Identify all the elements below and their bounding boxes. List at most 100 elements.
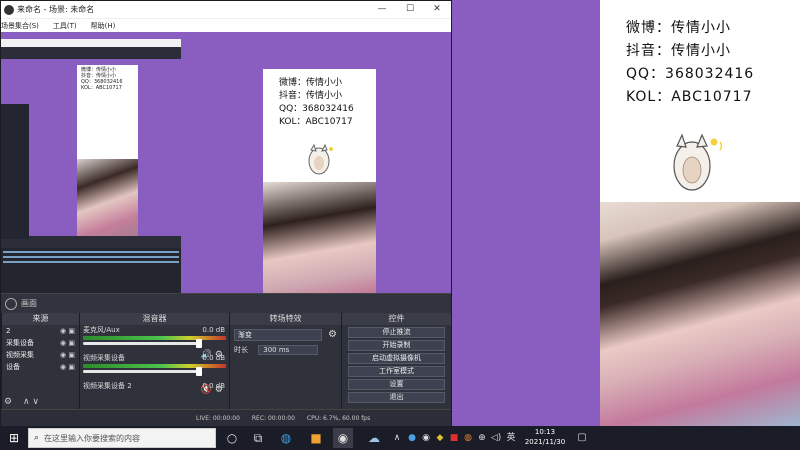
screen: 来命名 - 场景: 未命名 — ☐ ✕ 场景集合(S) 工具(T) 帮助(H) … [0, 0, 800, 450]
obs-taskbar-icon[interactable]: ◉ [333, 428, 353, 448]
virtual-camera-button[interactable]: 启动虚拟摄像机 [348, 353, 445, 364]
card-line: 微博：传情小小 [279, 78, 343, 88]
cat-sticker-icon [308, 143, 333, 175]
mixer-channel-label: 视频采集设备 [83, 354, 125, 362]
volume-knob[interactable] [196, 339, 202, 348]
duration-input[interactable]: 300 ms [258, 345, 319, 355]
transitions-title: 转场特效 [230, 313, 341, 325]
source-item[interactable]: 采集设备 ◉ ▣ [2, 337, 79, 349]
card-text: 微博：传情小小 抖音：传情小小 QQ：368032416 KOL：ABC10717 [279, 77, 354, 129]
controls-dock: 控件 停止推流 开始录制 启动虚拟摄像机 工作室模式 设置 退出 [341, 313, 451, 409]
transitions-dock: 转场特效 渐变 ⚙ 时长 300 ms [229, 313, 341, 409]
app-orange-icon[interactable]: ■ [306, 428, 326, 448]
nested-card-line: KOL：ABC10717 [81, 85, 122, 91]
scene-tab-label[interactable]: 画面 [21, 298, 37, 309]
source-label: 采集设备 [6, 339, 34, 347]
maximize-button[interactable]: ☐ [396, 1, 424, 18]
title-bar: 来命名 - 场景: 未命名 — ☐ ✕ [1, 1, 451, 18]
up-arrow-icon[interactable]: ∧ [23, 397, 30, 407]
eye-icon[interactable]: ◉ ▣ [60, 337, 75, 349]
volume-knob[interactable] [196, 367, 202, 376]
nested-cam-photo [77, 159, 138, 236]
stream-card-line: QQ：368032416 [626, 66, 755, 82]
card-line: 抖音：传情小小 [279, 91, 343, 101]
source-item[interactable]: 2 ◉ ▣ [2, 325, 79, 337]
down-arrow-icon[interactable]: ∨ [32, 397, 39, 407]
start-recording-button[interactable]: 开始录制 [348, 340, 445, 351]
minimize-button[interactable]: — [368, 1, 396, 18]
controls-title: 控件 [342, 313, 451, 325]
menu-help[interactable]: 帮助(H) [91, 21, 116, 31]
status-bar: LIVE: 00:00:00 REC: 00:00:00 CPU: 6.7%, … [1, 409, 451, 427]
stop-streaming-button[interactable]: 停止推流 [348, 327, 445, 338]
search-placeholder: 在这里输入你要搜索的内容 [44, 433, 141, 443]
task-view-icon[interactable]: ○ [222, 428, 242, 448]
nested-docks [1, 248, 181, 298]
sources-title: 来源 [2, 313, 79, 325]
transition-value: 渐变 [238, 331, 252, 339]
nested-title-bar [1, 39, 181, 47]
window-title: 来命名 - 场景: 未命名 [17, 5, 95, 14]
volume-slider[interactable] [83, 367, 202, 376]
app-icon [4, 4, 14, 15]
preview-canvas[interactable]: 微博：传情小小 抖音：传情小小 QQ：368032416 KOL：ABC1071… [1, 32, 451, 322]
cat-sticker-icon [673, 133, 723, 191]
studio-mode-button[interactable]: 工作室模式 [348, 366, 445, 377]
menu-bar: 场景集合(S) 工具(T) 帮助(H) [1, 18, 451, 32]
eye-icon[interactable]: ◉ ▣ [60, 361, 75, 373]
transition-select[interactable]: 渐变 [234, 329, 322, 341]
menu-scene-collection[interactable]: 场景集合(S) [1, 21, 39, 31]
nested-sidebar [1, 104, 29, 239]
mixer-db: 0.0 dB [202, 326, 225, 334]
nested-meter [3, 256, 179, 258]
mixer-channel-name: 视频采集设备 2 0.0 dB [80, 381, 229, 391]
source-label: 视频采集 [6, 351, 34, 359]
edge-icon[interactable]: ◍ [276, 428, 296, 448]
live-status: LIVE: 00:00:00 [196, 415, 240, 422]
eye-icon[interactable]: ◉ ▣ [60, 349, 75, 361]
search-icon: ⌕ [34, 433, 40, 443]
nested-meter [3, 261, 179, 263]
source-item[interactable]: 设备 ◉ ▣ [2, 361, 79, 373]
sources-dock: 来源 2 ◉ ▣ 采集设备 ◉ ▣ 视频采集 ◉ ▣ 设备 ◉ ▣ ⚙ ∧ ∨ [1, 313, 79, 409]
duration-row: 时长 300 ms [234, 345, 337, 355]
mixer-db: 0.0 dB [202, 354, 225, 362]
mixer-channel-name: 麦克风/Aux 0.0 dB [80, 325, 229, 335]
notification-icon[interactable]: ▢ [572, 428, 592, 448]
source-label: 2 [6, 327, 11, 335]
ime-indicator[interactable]: 英 [501, 428, 521, 448]
multitask-icon[interactable]: ⧉ [248, 428, 268, 448]
menu-tools[interactable]: 工具(T) [53, 21, 77, 31]
taskbar-search[interactable]: ⌕ 在这里输入你要搜索的内容 [28, 428, 216, 448]
cpu-status: CPU: 6.7%, 60.00 fps [306, 415, 371, 422]
webcam-photo [600, 202, 800, 426]
eye-icon[interactable]: ◉ ▣ [60, 325, 75, 337]
volume-slider[interactable] [83, 339, 202, 348]
windows-start-icon[interactable]: ⊞ [4, 428, 24, 448]
source-item[interactable]: 视频采集 ◉ ▣ [2, 349, 79, 361]
scene-bar: 画面 [1, 293, 451, 313]
mixer-dock: 混音器 麦克风/Aux 0.0 dB 🔊 ⚙ 视频采集设备 0.0 dB 🔇 ⚙ 视… [79, 313, 229, 409]
source-toolbar: ⚙ ∧ ∨ [4, 397, 39, 407]
preview-card: 微博：传情小小 抖音：传情小小 QQ：368032416 KOL：ABC10717 [263, 69, 376, 322]
stream-card-line: 抖音：传情小小 [626, 43, 731, 59]
transition-gear-icon[interactable]: ⚙ [328, 329, 337, 340]
mixer-title: 混音器 [80, 313, 229, 325]
taskbar-clock[interactable]: 10:13 2021/11/30 [520, 427, 570, 449]
stream-card-line: 微博：传情小小 [626, 20, 731, 36]
clock-date: 2021/11/30 [524, 438, 566, 446]
exit-button[interactable]: 退出 [348, 392, 445, 403]
obs-window: 来命名 - 场景: 未命名 — ☐ ✕ 场景集合(S) 工具(T) 帮助(H) … [0, 0, 452, 427]
weather-icon[interactable]: ☁ [364, 428, 384, 448]
stream-card: 微博：传情小小 抖音：传情小小 QQ：368032416 KOL：ABC10717 [600, 0, 800, 202]
mixer-channel-label: 麦克风/Aux [83, 326, 120, 334]
clock-time: 10:13 [534, 428, 556, 436]
gear-icon[interactable]: ⚙ [4, 397, 12, 407]
settings-button[interactable]: 设置 [348, 379, 445, 390]
duration-label: 时长 [234, 346, 248, 354]
close-button[interactable]: ✕ [423, 1, 451, 18]
mixer-channel-name: 视频采集设备 0.0 dB [80, 353, 229, 363]
mixer-channel-label: 视频采集设备 2 [83, 382, 132, 390]
scene-tab-icon[interactable] [5, 298, 17, 310]
audio-meter [83, 364, 226, 368]
